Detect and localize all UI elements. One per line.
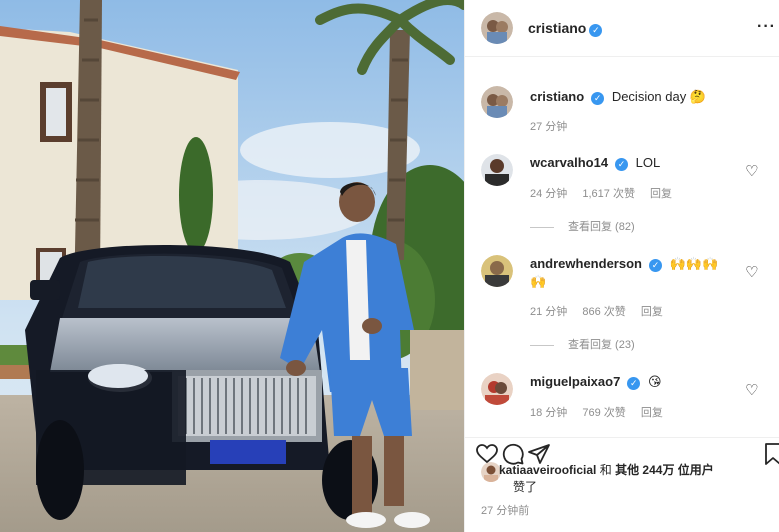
comment-text: miguelpaixao7 ✓ 😘 xyxy=(530,373,662,391)
reply-link[interactable]: 回复 xyxy=(641,407,663,419)
verified-badge-icon: ✓ xyxy=(589,24,603,37)
comment-likes[interactable]: 1,617 次赞 xyxy=(582,188,635,200)
likes-line: katiaaveirooficial 和 其他 244万 位用户 xyxy=(499,462,714,479)
comment-text-line2: 🙌 xyxy=(530,273,546,291)
caption-avatar[interactable] xyxy=(481,86,513,118)
verified-badge-icon: ✓ xyxy=(648,259,662,272)
replies-divider xyxy=(530,344,554,346)
author-username-link[interactable]: cristiano ✓ xyxy=(528,20,603,37)
verified-badge-icon: ✓ xyxy=(591,92,605,105)
comment-username[interactable]: miguelpaixao7 xyxy=(530,374,620,389)
caption-text: cristiano ✓ Decision day 🤔 xyxy=(530,88,706,106)
comment-likes[interactable]: 866 次赞 xyxy=(582,306,625,318)
caption-body: Decision day xyxy=(611,89,687,104)
comment-avatar[interactable] xyxy=(481,255,513,287)
like-heart-icon[interactable]: ♡ xyxy=(745,381,758,399)
verified-badge-icon: ✓ xyxy=(627,377,641,390)
author-username[interactable]: cristiano xyxy=(528,20,586,36)
comment-body: LOL xyxy=(635,155,661,170)
comment-text: andrewhenderson ✓ 🙌🙌🙌 xyxy=(530,255,718,273)
raised-hands-emoji: 🙌 xyxy=(530,274,547,289)
comment-username[interactable]: andrewhenderson xyxy=(530,256,642,271)
comment-time: 21 分钟 xyxy=(530,306,568,318)
caption-meta: 27 分钟 xyxy=(530,118,579,134)
comment-meta: 18 分钟 769 次赞 回复 xyxy=(530,404,675,420)
comment-meta: 24 分钟 1,617 次赞 回复 xyxy=(530,185,684,201)
verified-badge-icon: ✓ xyxy=(615,158,629,171)
liker-avatar[interactable] xyxy=(481,462,501,482)
author-avatar[interactable] xyxy=(481,12,513,44)
view-replies[interactable]: 查看回复 (82) xyxy=(530,218,635,234)
comment-username[interactable]: wcarvalho14 xyxy=(530,155,608,170)
caption-time: 27 分钟 xyxy=(530,121,568,133)
reply-link[interactable]: 回复 xyxy=(650,188,672,200)
like-heart-icon[interactable]: ♡ xyxy=(745,263,758,281)
comment-meta: 21 分钟 866 次赞 回复 xyxy=(530,303,675,319)
view-replies-label[interactable]: 查看回复 (82) xyxy=(568,221,635,233)
view-replies-label[interactable]: 查看回复 (23) xyxy=(568,339,635,351)
post-side-panel: cristiano ✓ ··· cristiano ✓ Decision day 🤔… xyxy=(464,0,779,532)
comment-likes[interactable]: 769 次赞 xyxy=(582,407,625,419)
caption-username[interactable]: cristiano xyxy=(530,89,584,104)
like-heart-icon[interactable]: ♡ xyxy=(745,162,758,180)
comment-time: 24 分钟 xyxy=(530,188,568,200)
likes-others[interactable]: 其他 244万 位用户 xyxy=(615,463,714,477)
post-header: cristiano ✓ ··· xyxy=(465,0,779,57)
comment-text: wcarvalho14 ✓ LOL xyxy=(530,154,660,172)
liker-username[interactable]: katiaaveirooficial xyxy=(499,463,596,477)
thinking-emoji: 🤔 xyxy=(689,89,707,104)
comment-avatar[interactable] xyxy=(481,373,513,405)
raised-hands-emoji: 🙌🙌🙌 xyxy=(669,256,719,271)
kiss-emoji: 😘 xyxy=(647,374,662,389)
view-replies[interactable]: 查看回复 (23) xyxy=(530,336,635,352)
likes-and: 和 xyxy=(599,463,612,477)
post-timestamp[interactable]: 27 分钟前 xyxy=(481,502,529,518)
replies-divider xyxy=(530,226,554,228)
bookmark-icon[interactable] xyxy=(761,442,779,466)
post-actions xyxy=(465,437,779,465)
photo-scene xyxy=(0,0,464,532)
likes-liked: 赞了 xyxy=(513,480,538,494)
reply-link[interactable]: 回复 xyxy=(641,306,663,318)
more-options-icon[interactable]: ··· xyxy=(757,18,776,36)
comment-avatar[interactable] xyxy=(481,154,513,186)
comment-time: 18 分钟 xyxy=(530,407,568,419)
post-photo[interactable] xyxy=(0,0,464,532)
